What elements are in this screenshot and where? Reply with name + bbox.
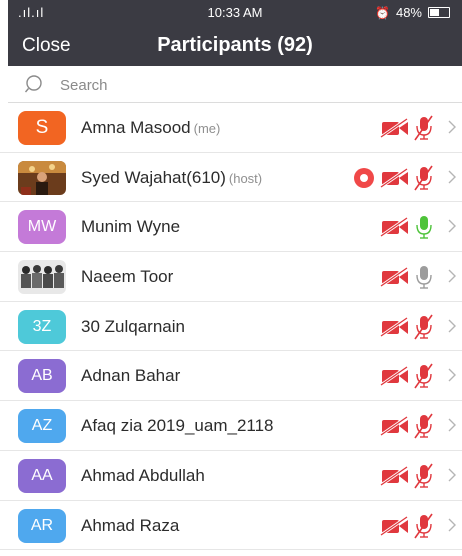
status-icons	[342, 401, 462, 450]
chevron-right-icon[interactable]	[447, 170, 457, 189]
participant-name-text: Ahmad Raza	[81, 515, 180, 535]
status-icons	[342, 351, 462, 400]
avatar: S	[18, 111, 66, 145]
participant-name: Munim Wyne	[81, 217, 180, 237]
status-icons	[342, 202, 462, 251]
participant-name: Ahmad Abdullah	[81, 466, 205, 486]
avatar	[18, 260, 66, 295]
page-title: Participants (92)	[157, 34, 313, 56]
chevron-right-icon[interactable]	[447, 518, 457, 537]
participant-row[interactable]: AZ Afaq zia 2019_uam_2118	[0, 401, 462, 451]
avatar: MW	[18, 210, 66, 245]
participant-row[interactable]: 3Z 30 Zulqarnain	[0, 302, 462, 352]
video-off-icon	[380, 465, 410, 492]
role-tag: (host)	[228, 170, 263, 186]
mic-icon	[412, 263, 436, 296]
search-icon	[24, 75, 42, 93]
mic-muted-icon	[412, 313, 436, 346]
participant-row[interactable]: AA Ahmad Abdullah	[0, 451, 462, 501]
video-off-icon	[380, 167, 410, 194]
chevron-right-icon[interactable]	[447, 418, 457, 437]
chevron-right-icon[interactable]	[447, 468, 457, 487]
participant-row[interactable]: AB Adnan Bahar	[0, 351, 462, 402]
recording-icon	[352, 167, 376, 194]
status-bar: .ıl.ıl 10:33 AM ⏰ 48%	[8, 0, 462, 26]
chevron-right-icon[interactable]	[447, 269, 457, 288]
participant-row[interactable]: Naeem Toor	[0, 252, 462, 302]
mic-muted-icon	[412, 164, 436, 197]
battery-icon	[428, 7, 450, 18]
mic-muted-icon	[412, 462, 436, 495]
participant-name-text: Amna Masood	[81, 118, 191, 137]
participant-name-text: Munim Wyne	[81, 217, 181, 237]
video-off-icon	[380, 266, 410, 293]
role-tag: (me)	[193, 121, 221, 136]
avatar: 3Z	[18, 309, 66, 344]
chevron-right-icon[interactable]	[447, 120, 457, 139]
participant-row[interactable]: S Amna Masood (me)	[0, 103, 462, 153]
chevron-right-icon[interactable]	[447, 368, 457, 387]
chevron-right-icon[interactable]	[447, 219, 457, 238]
mic-muted-icon	[412, 114, 436, 147]
video-off-icon	[380, 415, 410, 442]
video-off-icon	[380, 216, 410, 243]
nav-bar: Close Participants (92)	[8, 26, 462, 66]
avatar: AZ	[18, 409, 66, 444]
avatar	[18, 160, 66, 195]
battery-percent: 48%	[395, 5, 422, 20]
participant-row[interactable]: Syed Wajahat(610) (host)	[0, 153, 462, 203]
search-bar[interactable]	[8, 66, 462, 103]
participant-name-text: Syed Wajahat(610)	[81, 167, 226, 187]
participant-row[interactable]: MW Munim Wyne	[0, 202, 462, 253]
avatar: AB	[18, 359, 66, 394]
participant-name-text: Ahmad Abdullah	[81, 465, 205, 485]
video-off-icon	[380, 117, 410, 144]
status-icons	[342, 153, 462, 202]
participant-name: Ahmad Raza	[81, 516, 179, 536]
participant-name-text: Naeem Toor	[81, 267, 174, 287]
participant-name: Adnan Bahar	[81, 366, 180, 386]
mic-muted-icon	[412, 362, 436, 395]
participant-name: Afaq zia 2019_uam_2118	[81, 416, 274, 436]
participant-name-text: 30 Zulqarnain	[81, 316, 185, 336]
alarm-icon: ⏰	[375, 5, 390, 20]
status-icons	[342, 103, 462, 152]
video-off-icon	[380, 365, 410, 392]
mic-icon	[412, 213, 436, 246]
status-icons	[342, 302, 462, 351]
status-right: ⏰ 48%	[375, 5, 450, 20]
avatar: AR	[18, 508, 66, 543]
participant-name-text: Adnan Bahar	[81, 366, 181, 386]
search-input[interactable]	[58, 72, 452, 98]
participant-row[interactable]: AR Ahmad Raza	[0, 501, 462, 551]
chevron-right-icon[interactable]	[447, 319, 457, 338]
participant-name: 30 Zulqarnain	[81, 317, 185, 337]
participant-name: Syed Wajahat(610) (host)	[81, 168, 262, 188]
avatar: AA	[18, 458, 66, 493]
video-off-icon	[380, 515, 410, 542]
participant-name: Amna Masood (me)	[81, 118, 220, 138]
status-icons	[342, 451, 462, 500]
participant-name: Naeem Toor	[81, 267, 173, 287]
mic-muted-icon	[412, 412, 436, 445]
participant-list: S Amna Masood (me) Syed Wajahat(610) (host)	[0, 103, 462, 551]
video-off-icon	[380, 316, 410, 343]
participant-name-text: Afaq zia 2019_uam_2118	[81, 416, 274, 436]
mic-muted-icon	[412, 512, 436, 545]
status-icons	[342, 252, 462, 301]
status-icons	[342, 501, 462, 550]
